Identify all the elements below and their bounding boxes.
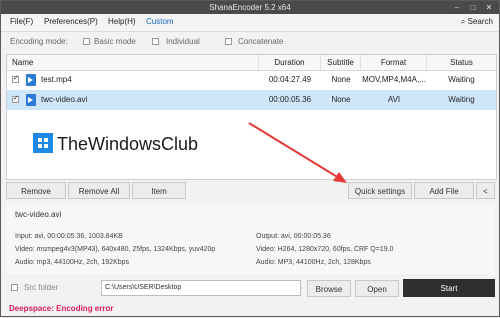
app-window: ShanaEncoder 5.2 x64 – □ ✕ File(F) Prefe…	[0, 0, 500, 317]
annotation-arrow	[248, 122, 347, 183]
arrow-head	[333, 172, 347, 183]
arrow-shaft	[248, 122, 340, 179]
